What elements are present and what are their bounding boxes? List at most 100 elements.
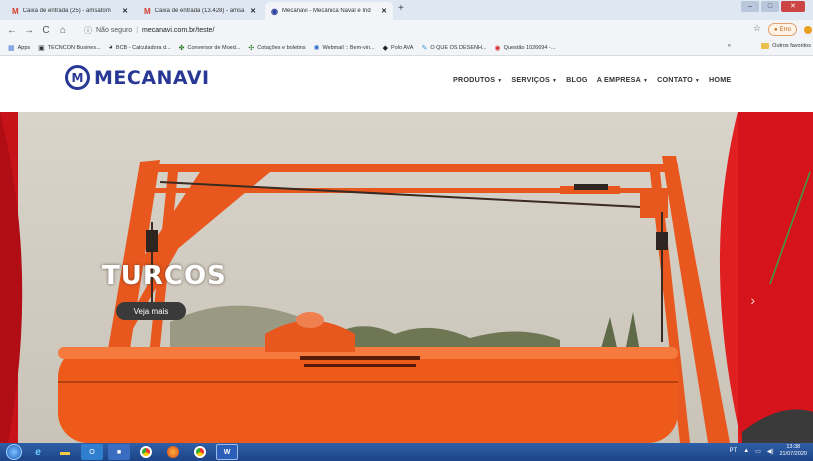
- url-field[interactable]: ⓘ Não seguro | mecanavi.com.br/teste/: [84, 23, 214, 37]
- hero-slider: TURCOS Veja mais ›: [0, 112, 813, 443]
- other-bookmarks-folder[interactable]: Outros favoritos: [761, 43, 811, 49]
- bookmark-desenho[interactable]: ✎ O QUE OS DESENH...: [421, 44, 486, 52]
- tab-gmail-2[interactable]: M Caixa de entrada (13.428) - amsa ✕: [138, 2, 262, 20]
- bookmark-questao[interactable]: ◉ Questão 1026694 -...: [495, 44, 556, 52]
- back-icon[interactable]: ←: [7, 25, 17, 36]
- menu-icon[interactable]: [804, 26, 812, 34]
- folder-icon: [761, 43, 770, 49]
- screen: M Caixa de entrada (25) - amsatom ✕ M Ca…: [0, 0, 813, 461]
- nav-blog[interactable]: BLOG: [566, 75, 588, 84]
- file-explorer-icon[interactable]: ▬: [54, 444, 76, 460]
- tecncon-icon: ▣: [38, 44, 45, 52]
- next-slide-icon[interactable]: ›: [750, 292, 755, 308]
- bookmarks-overflow-button[interactable]: »: [728, 43, 731, 49]
- chevron-up-icon[interactable]: ▲: [743, 448, 749, 454]
- app-icon[interactable]: ■: [108, 444, 130, 460]
- forward-icon[interactable]: →: [24, 25, 34, 36]
- word-icon[interactable]: W: [216, 444, 238, 460]
- close-icon[interactable]: ✕: [122, 7, 128, 15]
- hero-title: TURCOS: [102, 261, 227, 291]
- network-icon[interactable]: ▭: [755, 448, 761, 455]
- reload-icon[interactable]: C: [41, 25, 51, 36]
- tab-mecanavi[interactable]: ◉ Mecanavi - Mecânica Naval e Ind ✕: [265, 2, 393, 20]
- nav-label: SERVIÇOS: [511, 75, 550, 84]
- tab-gmail-1[interactable]: M Caixa de entrada (25) - amsatom ✕: [6, 2, 134, 20]
- windows-taskbar: e ▬ O ■ W PT ▲ ▭ ◀) 13:38 21/07/2020: [0, 443, 813, 461]
- chevron-down-icon: ▼: [694, 78, 701, 84]
- error-label: Erro: [779, 26, 791, 33]
- internet-explorer-icon[interactable]: e: [27, 444, 49, 460]
- polo-icon: ◆: [382, 44, 389, 52]
- close-icon[interactable]: ✕: [250, 7, 256, 15]
- main-nav: PRODUTOS ▼ SERVIÇOS ▼ BLOG A EMPRESA ▼ CONT…: [453, 75, 731, 84]
- tab-label: Caixa de entrada (13.428) - amsa: [154, 8, 245, 14]
- bookmark-star-icon[interactable]: ☆: [753, 23, 761, 34]
- desenho-icon: ✎: [421, 44, 428, 52]
- site-logo[interactable]: M MECANAVI: [65, 65, 210, 90]
- bookmark-apps[interactable]: ▦ Apps: [8, 44, 30, 52]
- gmail-icon: M: [144, 6, 151, 16]
- nav-a-empresa[interactable]: A EMPRESA ▼: [597, 75, 648, 84]
- browser-tab-strip: M Caixa de entrada (25) - amsatom ✕ M Ca…: [0, 0, 813, 20]
- chevron-down-icon: ▼: [497, 78, 503, 84]
- window-controls: – □ ✕: [741, 1, 805, 12]
- chrome-icon[interactable]: [189, 444, 211, 460]
- chevron-down-icon: ▼: [551, 78, 558, 84]
- webmail-icon: ✺: [313, 44, 320, 52]
- logo-text: MECANAVI: [94, 66, 210, 89]
- home-icon[interactable]: ⌂: [58, 25, 68, 36]
- nav-servicos[interactable]: SERVIÇOS ▼: [511, 75, 557, 84]
- veja-mais-button[interactable]: Veja mais: [116, 302, 186, 320]
- bookmark-label: O QUE OS DESENH...: [430, 44, 487, 51]
- language-indicator[interactable]: PT: [730, 448, 738, 454]
- address-bar: ← → C ⌂ ⓘ Não seguro | mecanavi.com.br/t…: [0, 20, 813, 40]
- clock-date: 21/07/2020: [779, 451, 807, 457]
- clock-time: 13:38: [786, 444, 801, 450]
- system-tray: PT ▲ ▭ ◀) 13:38 21/07/2020: [730, 444, 807, 458]
- chrome-icon[interactable]: [135, 444, 157, 460]
- bookmark-tecncon[interactable]: ▣ TECNCON Busines...: [38, 44, 101, 52]
- bookmark-label: Conversor de Moed...: [187, 44, 241, 51]
- volume-icon[interactable]: ◀): [767, 448, 774, 455]
- nav-label: A EMPRESA: [596, 75, 641, 84]
- bookmark-cotacoes[interactable]: ✣ Cotações e boletins: [248, 44, 305, 52]
- avatar: ●: [774, 26, 778, 33]
- mecanavi-favicon: ◉: [271, 6, 278, 16]
- separator: |: [136, 26, 139, 34]
- other-bookmarks-label: Outros favoritos: [772, 43, 811, 49]
- minimize-button[interactable]: –: [741, 1, 759, 12]
- nav-label: BLOG: [566, 75, 588, 84]
- site-header: M MECANAVI PRODUTOS ▼ SERVIÇOS ▼ BLOG A EM…: [0, 57, 813, 112]
- apps-grid-icon: ▦: [8, 44, 15, 52]
- info-icon[interactable]: ⓘ: [84, 25, 92, 36]
- security-label: Não seguro: [96, 26, 133, 34]
- profile-error-button[interactable]: ● Erro: [768, 23, 797, 36]
- nav-home[interactable]: HOME: [709, 75, 731, 84]
- bookmark-label: BCB - Calculadora d...: [115, 44, 171, 51]
- bookmark-webmail[interactable]: ✺ Webmail :: Bem-vin...: [314, 44, 375, 52]
- bcb-icon: ◕: [108, 44, 113, 51]
- bookmark-conversor[interactable]: ✤ Conversor de Moed...: [179, 44, 241, 52]
- bookmark-label: Webmail :: Bem-vin...: [322, 44, 375, 51]
- bookmark-label: Apps: [17, 44, 31, 51]
- bookmark-bcb[interactable]: ◕ BCB - Calculadora d...: [109, 44, 171, 51]
- outlook-icon[interactable]: O: [81, 444, 103, 460]
- new-tab-button[interactable]: +: [398, 3, 404, 14]
- maximize-button[interactable]: □: [761, 1, 779, 12]
- bookmark-label: Questão 1026694 -...: [503, 44, 556, 51]
- close-window-button[interactable]: ✕: [781, 1, 805, 12]
- nav-label: CONTATO: [657, 75, 693, 84]
- bookmark-label: Cotações e boletins: [257, 44, 306, 51]
- start-button[interactable]: [6, 444, 22, 460]
- gmail-icon: M: [12, 6, 19, 16]
- bookmark-polo-ava[interactable]: ◆ Polo AVA: [383, 44, 414, 52]
- chevron-down-icon: ▼: [642, 78, 649, 84]
- url-text: mecanavi.com.br/teste/: [142, 26, 215, 34]
- nav-produtos[interactable]: PRODUTOS ▼: [453, 75, 502, 84]
- nav-label: PRODUTOS: [453, 75, 496, 84]
- close-icon[interactable]: ✕: [381, 7, 387, 15]
- firefox-icon[interactable]: [162, 444, 184, 460]
- nav-label: HOME: [709, 75, 732, 84]
- nav-contato[interactable]: CONTATO ▼: [657, 75, 700, 84]
- clock[interactable]: 13:38 21/07/2020: [779, 444, 807, 458]
